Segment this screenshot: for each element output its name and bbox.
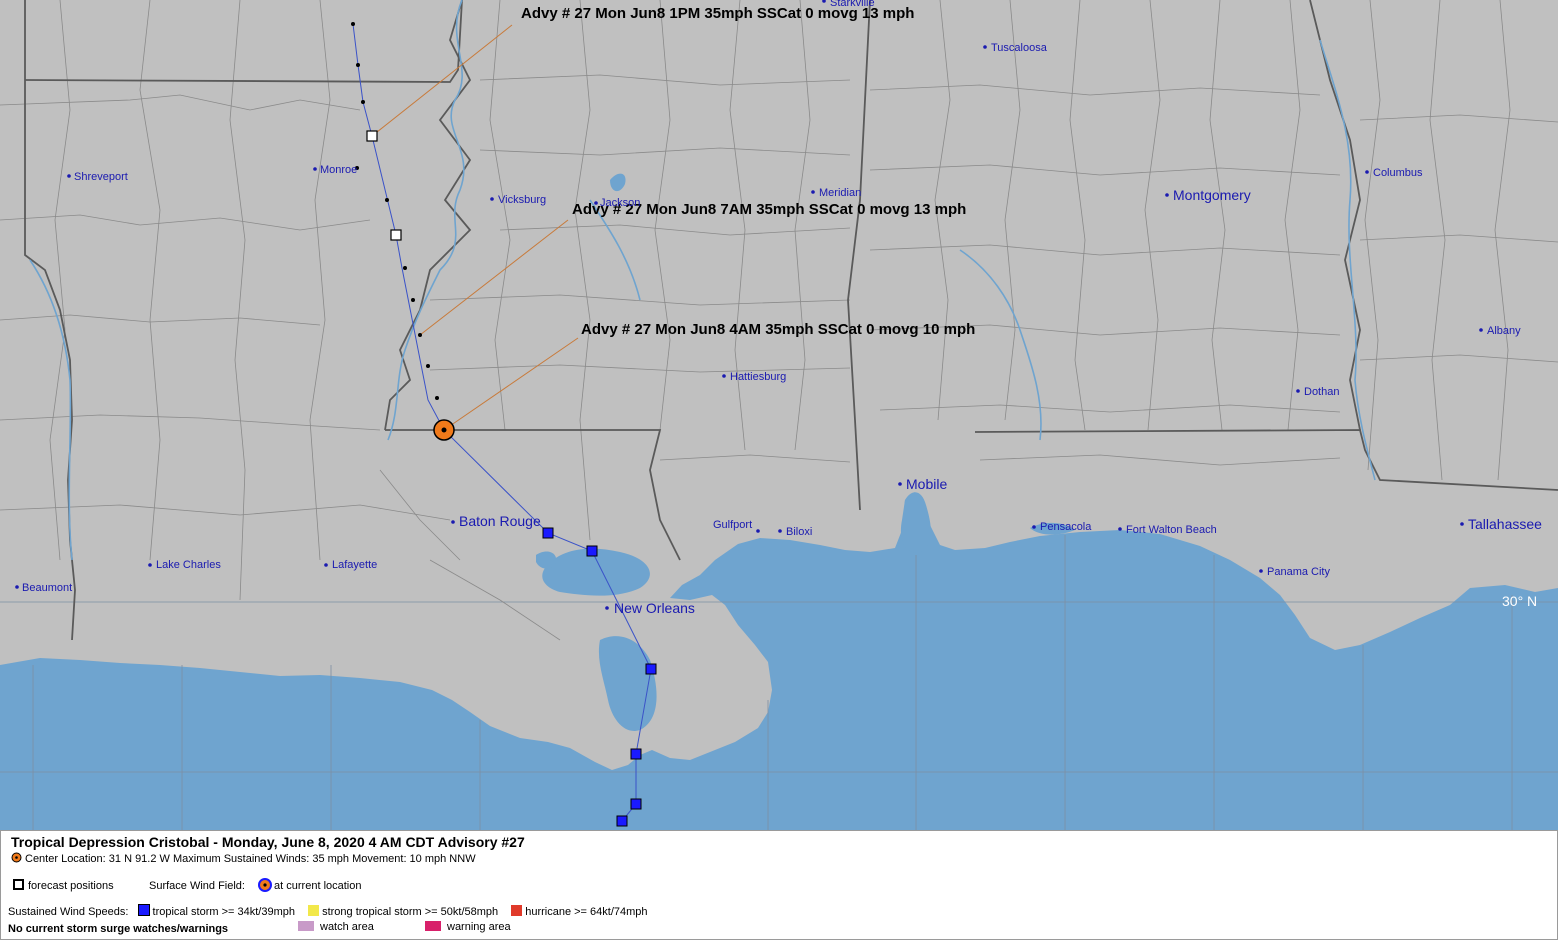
track-dot	[411, 298, 415, 302]
track-dot	[385, 198, 389, 202]
svg-text:Columbus: Columbus	[1373, 167, 1423, 179]
wind-field-icon	[258, 878, 273, 892]
city-monroe[interactable]: Monroe	[313, 164, 357, 176]
storm-surge-text: No current storm surge watches/warnings	[8, 923, 229, 935]
track-dot	[361, 100, 365, 104]
svg-text:Vicksburg: Vicksburg	[498, 194, 546, 206]
city-baton-rouge[interactable]: Baton Rouge	[451, 513, 541, 529]
current-center-dot	[441, 427, 447, 433]
forecast-positions-text: forecast positions	[28, 880, 114, 892]
strong-tropical-storm-text: strong tropical storm >= 50kt/58mph	[322, 906, 499, 918]
sustained-wind-speeds-label: Sustained Wind Speeds:	[8, 906, 129, 918]
city-beaumont[interactable]: Beaumont	[15, 582, 72, 594]
city-hattiesburg[interactable]: Hattiesburg	[722, 371, 786, 383]
tropical-storm-text: tropical storm >= 34kt/39mph	[152, 906, 295, 918]
latitude-label: 30° N	[1502, 593, 1537, 609]
city-pensacola[interactable]: Pensacola	[1032, 521, 1092, 533]
city-fort-walton-beach[interactable]: Fort Walton Beach	[1118, 524, 1217, 536]
svg-text:Tuscaloosa: Tuscaloosa	[991, 42, 1048, 54]
track-dot	[426, 364, 430, 368]
past-position-marker[interactable]	[616, 815, 628, 827]
sustained-wind-speeds-legend: Sustained Wind Speeds: tropical storm >=…	[8, 904, 648, 918]
city-lake-charles[interactable]: Lake Charles	[148, 559, 221, 571]
at-current-location-text: at current location	[274, 880, 362, 892]
past-position-marker[interactable]	[630, 748, 642, 760]
current-storm-center[interactable]	[433, 419, 455, 441]
track-dot	[403, 266, 407, 270]
svg-text:Albany: Albany	[1487, 325, 1521, 337]
city-jackson[interactable]: Jackson	[594, 197, 640, 209]
svg-text:Pensacola: Pensacola	[1040, 521, 1092, 533]
svg-text:Lafayette: Lafayette	[332, 559, 377, 571]
track-dot	[418, 333, 422, 337]
watch-area-text: watch area	[320, 921, 374, 933]
svg-text:Beaumont: Beaumont	[22, 582, 72, 594]
city-shreveport[interactable]: Shreveport	[67, 171, 128, 183]
center-location-row: Center Location: 31 N 91.2 W Maximum Sus…	[11, 852, 476, 865]
svg-text:Starkville: Starkville	[830, 0, 875, 9]
city-meridian[interactable]: Meridian	[811, 187, 861, 199]
svg-text:Biloxi: Biloxi	[786, 526, 812, 538]
svg-text:Mobile: Mobile	[906, 476, 947, 492]
svg-text:Dothan: Dothan	[1304, 386, 1339, 398]
svg-text:Monroe: Monroe	[320, 164, 357, 176]
center-location-text: Center Location: 31 N 91.2 W Maximum Sus…	[25, 853, 476, 865]
past-position-marker[interactable]	[542, 527, 554, 539]
svg-text:Fort Walton Beach: Fort Walton Beach	[1126, 524, 1217, 536]
svg-text:Hattiesburg: Hattiesburg	[730, 371, 786, 383]
city-lafayette[interactable]: Lafayette	[324, 559, 377, 571]
svg-text:Panama City: Panama City	[1267, 566, 1330, 578]
svg-text:Jackson: Jackson	[600, 197, 640, 209]
forecast-positions-legend: forecast positions	[13, 879, 114, 892]
city-panama-city[interactable]: Panama City	[1259, 566, 1330, 578]
advisory-label-4am: Advy # 27 Mon Jun8 4AM 35mph SSCat 0 mov…	[581, 321, 975, 338]
forecast-square-icon	[13, 879, 24, 890]
city-columbus[interactable]: Columbus	[1365, 167, 1423, 179]
forecast-position-marker[interactable]	[390, 229, 402, 241]
strong-tropical-storm-swatch	[308, 905, 320, 916]
forecast-position-marker[interactable]	[366, 130, 378, 142]
surface-wind-field-legend: Surface Wind Field: at current location	[149, 878, 361, 892]
warning-area-text: warning area	[447, 921, 511, 933]
hurricane-text: hurricane >= 64kt/74mph	[525, 906, 648, 918]
past-position-marker[interactable]	[630, 798, 642, 810]
warning-area-legend: warning area	[425, 921, 511, 933]
track-dot	[356, 63, 360, 67]
surface-wind-field-label: Surface Wind Field:	[149, 880, 245, 892]
svg-text:Shreveport: Shreveport	[74, 171, 128, 183]
watch-area-swatch	[298, 921, 314, 931]
svg-text:New Orleans: New Orleans	[614, 600, 695, 616]
storm-track-map: 30° N Advy # 27 Mon Jun8 1PM 35mph SSCat…	[0, 0, 1558, 830]
svg-text:Meridian: Meridian	[819, 187, 861, 199]
past-position-marker[interactable]	[586, 545, 598, 557]
legend-title: Tropical Depression Cristobal - Monday, …	[11, 834, 525, 850]
watch-area-legend: watch area	[298, 921, 374, 933]
svg-text:Lake Charles: Lake Charles	[156, 559, 221, 571]
city-tuscaloosa[interactable]: Tuscaloosa	[983, 42, 1048, 54]
city-mobile[interactable]: Mobile	[898, 476, 947, 492]
svg-text:Montgomery: Montgomery	[1173, 187, 1251, 203]
city-new-orleans[interactable]: New Orleans	[605, 600, 695, 616]
city-tallahassee[interactable]: Tallahassee	[1460, 516, 1542, 532]
city-vicksburg[interactable]: Vicksburg	[490, 194, 546, 206]
city-starkville[interactable]: Starkville	[822, 0, 875, 9]
track-dot	[435, 396, 439, 400]
warning-area-swatch	[425, 921, 441, 931]
city-montgomery[interactable]: Montgomery	[1165, 187, 1251, 203]
map-legend: Tropical Depression Cristobal - Monday, …	[0, 830, 1558, 940]
tropical-storm-swatch	[137, 904, 150, 916]
past-position-marker[interactable]	[645, 663, 657, 675]
track-dot	[351, 22, 355, 26]
svg-text:Gulfport: Gulfport	[713, 519, 752, 531]
center-marker-icon	[11, 852, 22, 863]
svg-text:Tallahassee: Tallahassee	[1468, 516, 1542, 532]
hurricane-swatch	[511, 905, 523, 916]
svg-text:Baton Rouge: Baton Rouge	[459, 513, 541, 529]
